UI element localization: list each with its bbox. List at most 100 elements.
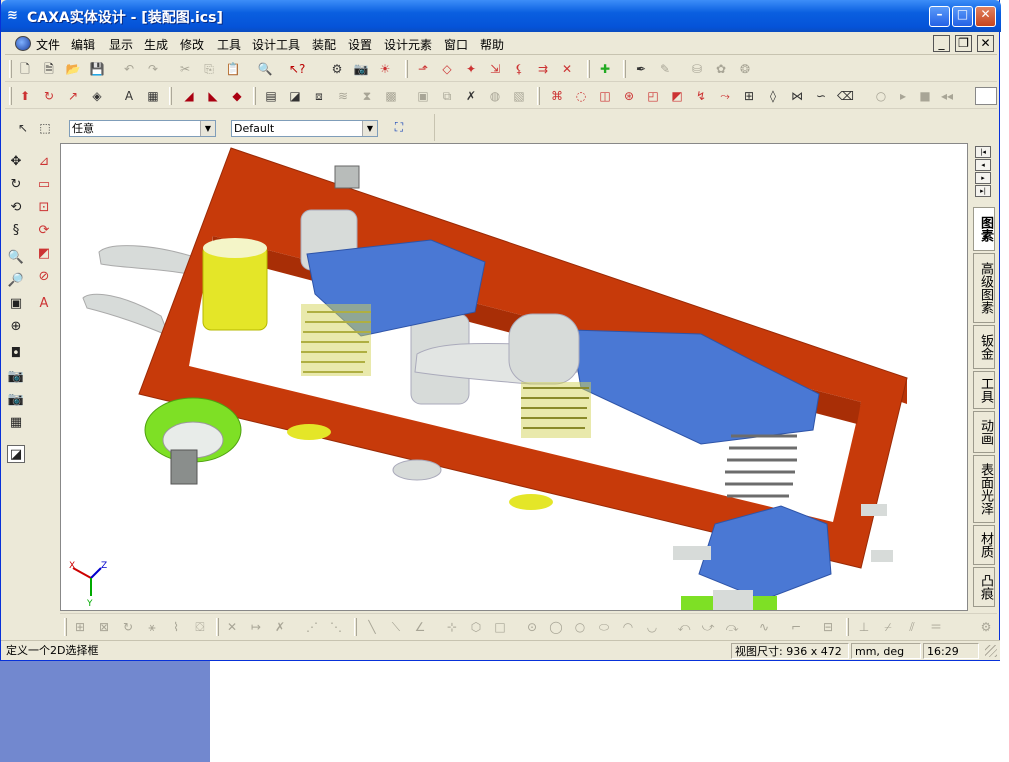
- chevron-down-icon[interactable]: ▼: [200, 121, 215, 136]
- toolbar-grip[interactable]: [354, 618, 357, 636]
- eraser-icon[interactable]: ⌫: [837, 88, 854, 104]
- toolbar-grip[interactable]: [537, 87, 540, 105]
- spline-icon[interactable]: ∿: [756, 619, 772, 635]
- menu-file[interactable]: 文件: [36, 36, 60, 53]
- sketch-erase-icon[interactable]: ✗: [272, 619, 288, 635]
- pattern-icon[interactable]: ▩: [383, 88, 399, 104]
- toolbar-grip[interactable]: [216, 618, 219, 636]
- twist-icon[interactable]: ⤳: [717, 88, 733, 104]
- camera-lock-icon[interactable]: 📷: [7, 391, 25, 409]
- open-folder-icon[interactable]: 📂: [65, 61, 81, 77]
- arc-icon[interactable]: ◠: [620, 619, 636, 635]
- camera-icon[interactable]: 📷: [353, 61, 369, 77]
- doc-restore-button[interactable]: ❐: [955, 35, 972, 52]
- tab-surface-finish[interactable]: 表面光泽: [973, 455, 995, 523]
- close-button[interactable]: ✕: [975, 6, 996, 27]
- render-icon[interactable]: ⚙: [329, 61, 345, 77]
- copy-icon[interactable]: ⎘: [201, 61, 217, 77]
- redo-icon[interactable]: ↷: [145, 61, 161, 77]
- eraser-icon[interactable]: ◊: [765, 88, 781, 104]
- pan-icon[interactable]: ▣: [7, 295, 25, 313]
- drop-icon[interactable]: ❂: [737, 61, 753, 77]
- light-icon[interactable]: ☀: [377, 61, 393, 77]
- circle-2pt-icon[interactable]: ◯: [548, 619, 564, 635]
- toolbar-grip[interactable]: [846, 618, 849, 636]
- parallel-icon[interactable]: ⫽: [904, 619, 920, 635]
- paint-icon[interactable]: ✿: [713, 61, 729, 77]
- loop-sketch-icon[interactable]: ⟳: [35, 222, 53, 240]
- tab-tools[interactable]: 工具: [973, 371, 995, 409]
- arrow-up-icon[interactable]: ⬏: [415, 61, 431, 77]
- eraser-icon[interactable]: ⊞: [741, 88, 757, 104]
- edge-select-icon[interactable]: ◪: [7, 445, 25, 463]
- eraser-icon[interactable]: ∽: [813, 88, 829, 104]
- angle-icon[interactable]: ∠: [412, 619, 428, 635]
- select-pointer-icon[interactable]: ↖: [15, 120, 31, 136]
- select-box-icon[interactable]: ⬚: [37, 120, 53, 136]
- extrude-icon[interactable]: ⬆: [17, 88, 33, 104]
- paste-icon[interactable]: 📋: [225, 61, 241, 77]
- spline-icon[interactable]: ⊛: [621, 88, 637, 104]
- menu-assembly[interactable]: 装配: [312, 36, 336, 53]
- equal-icon[interactable]: ＝: [928, 619, 944, 635]
- shell-icon[interactable]: ▤: [263, 88, 279, 104]
- circle-3pt-icon[interactable]: ○: [572, 619, 588, 635]
- pen-icon[interactable]: ✒: [633, 61, 649, 77]
- help-pointer-icon[interactable]: ↖?: [289, 61, 305, 77]
- face-icon[interactable]: ▣: [415, 88, 431, 104]
- bend-icon[interactable]: ↯: [693, 88, 709, 104]
- menu-tools[interactable]: 工具: [217, 36, 241, 53]
- sketch-offset-icon[interactable]: ⋰: [304, 619, 320, 635]
- menu-edit[interactable]: 编辑: [71, 36, 95, 53]
- edge-icon[interactable]: ✗: [463, 88, 479, 104]
- perpendicular-icon[interactable]: ⊥: [856, 619, 872, 635]
- cross-icon[interactable]: ✕: [559, 61, 575, 77]
- arc2-icon[interactable]: ◡: [644, 619, 660, 635]
- camera-move-icon[interactable]: 📷: [7, 368, 25, 386]
- corner-icon[interactable]: ⌐: [788, 619, 804, 635]
- loop-icon[interactable]: ◌: [573, 88, 589, 104]
- next-tab-icon[interactable]: ▸: [975, 172, 991, 184]
- tree-icon[interactable]: ⛶: [391, 119, 407, 135]
- menu-help[interactable]: 帮助: [480, 36, 504, 53]
- sketch-fan-icon[interactable]: ⚹: [144, 619, 160, 635]
- document-globe-icon[interactable]: [15, 36, 31, 51]
- config-combo[interactable]: Default ▼: [231, 120, 378, 137]
- text-sketch-icon[interactable]: A: [35, 295, 53, 313]
- cut-icon[interactable]: ✂: [177, 61, 193, 77]
- cube-icon[interactable]: ⧉: [439, 88, 455, 104]
- prev-tab-icon[interactable]: ◂: [975, 159, 991, 171]
- doc-minimize-button[interactable]: _: [933, 35, 950, 52]
- mirror-icon[interactable]: ⧗: [359, 88, 375, 104]
- cone-icon[interactable]: ◆: [229, 88, 245, 104]
- menu-design-tools[interactable]: 设计工具: [252, 36, 300, 53]
- new-drawing-icon[interactable]: 🗎: [41, 61, 57, 77]
- dim-text-icon[interactable]: ▦: [145, 88, 161, 104]
- toolbar-grip[interactable]: [169, 87, 172, 105]
- smart-icon[interactable]: ✚: [597, 61, 613, 77]
- menu-settings[interactable]: 设置: [348, 36, 372, 53]
- frame-icon[interactable]: ⊡: [35, 199, 53, 217]
- ellipse-icon[interactable]: ⬭: [596, 619, 612, 635]
- dimension-icon[interactable]: ⊟: [820, 619, 836, 635]
- arc-icon[interactable]: ◫: [597, 88, 613, 104]
- menu-generate[interactable]: 生成: [144, 36, 168, 53]
- timeline-field[interactable]: [975, 87, 997, 105]
- gear-icon[interactable]: ⚙: [978, 619, 994, 635]
- arc5-icon[interactable]: ⤼: [724, 619, 740, 635]
- sketch-line-icon[interactable]: ⊞: [72, 619, 88, 635]
- box-icon[interactable]: ◢: [181, 88, 197, 104]
- orbit-icon[interactable]: ⟲: [7, 199, 25, 217]
- point-icon[interactable]: ⊹: [444, 619, 460, 635]
- play-icon[interactable]: ▸: [895, 88, 911, 104]
- stop-icon[interactable]: ■: [917, 88, 933, 104]
- link-icon[interactable]: ◍: [487, 88, 503, 104]
- circle-icon[interactable]: ⊘: [35, 268, 53, 286]
- zoom-box-icon[interactable]: 🔎: [7, 272, 25, 290]
- sketch-trim-icon[interactable]: ⌇: [168, 619, 184, 635]
- toolbar-grip[interactable]: [253, 87, 256, 105]
- undo-icon[interactable]: ↶: [121, 61, 137, 77]
- tangent-icon[interactable]: ⟍: [388, 619, 404, 635]
- plane-icon[interactable]: ◇: [439, 61, 455, 77]
- 3d-viewport[interactable]: X Z Y: [60, 143, 968, 611]
